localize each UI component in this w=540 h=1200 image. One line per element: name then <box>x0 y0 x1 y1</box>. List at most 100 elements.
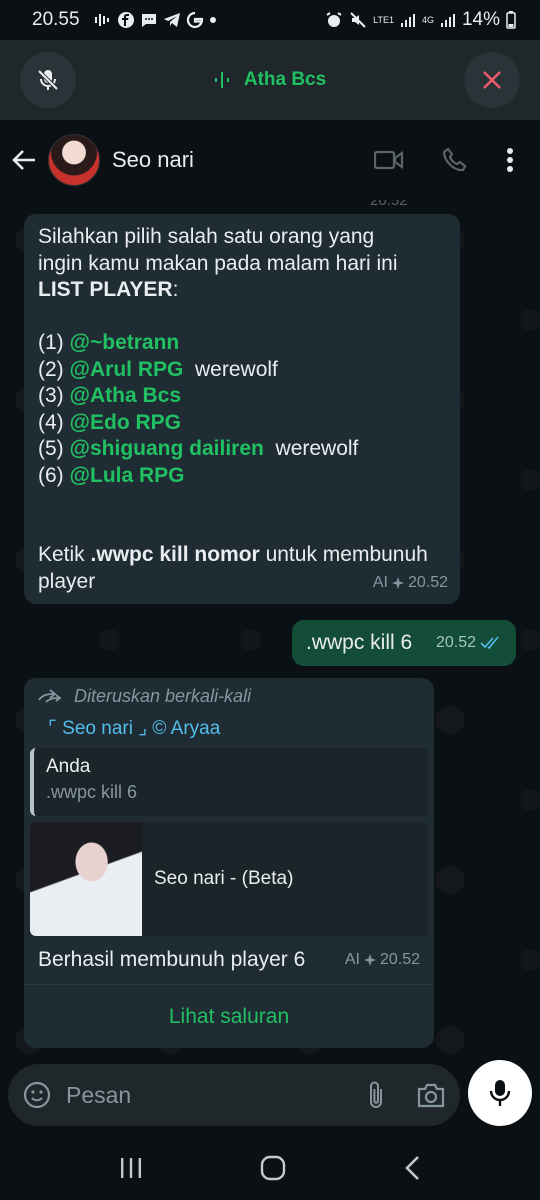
chat-area[interactable]: 20.52 Silahkan pilih salah satu orang ya… <box>0 200 540 1060</box>
message-time: 20.52 <box>379 951 420 968</box>
view-channel-button[interactable]: Lihat saluran <box>24 985 434 1029</box>
microphone-icon <box>489 1080 511 1106</box>
signal-icon-2 <box>440 14 455 27</box>
player-number: (6) <box>38 463 64 487</box>
player-role: werewolf <box>275 437 359 460</box>
forwarded-message[interactable]: Diteruskan berkali-kali ⌜ Seo nari ⌟ © A… <box>24 678 434 1048</box>
player-mention[interactable]: @Lula RPG <box>70 464 185 487</box>
sticker-icon[interactable] <box>22 1080 52 1110</box>
quote-text: .wwpc kill 6 <box>46 782 138 802</box>
sparkle-icon <box>391 576 404 589</box>
list-title-line: LIST PLAYER: <box>38 278 179 301</box>
instruction-line: Ketik .wwpc kill nomor untuk membunuh <box>38 542 446 569</box>
link-preview[interactable]: Seo nari - (Beta) <box>30 822 428 936</box>
preview-title: Seo nari - (Beta) <box>154 868 294 889</box>
player-row: (1) @~betrann <box>38 330 446 357</box>
player-number: (1) <box>38 331 64 354</box>
instruction-text: Ketik <box>38 543 91 566</box>
player-mention[interactable]: @shiguang dailiren <box>70 437 264 460</box>
avatar[interactable] <box>48 134 100 186</box>
player-number: (4) <box>38 410 64 434</box>
player-row: (3) @Atha Bcs <box>38 383 446 410</box>
message-text-line: ingin kamu makan pada malam hari ini <box>38 251 398 275</box>
previous-message-time: 20.52 <box>370 200 408 209</box>
message-text-line: Silahkan pilih salah satu orang yang <box>38 225 375 248</box>
dot-icon <box>209 17 216 23</box>
network-type: 4G <box>421 14 434 25</box>
back-arrow-icon[interactable] <box>10 146 38 174</box>
player-number: (3) <box>38 384 64 407</box>
ai-label: AI <box>372 573 388 591</box>
instruction-text: untuk membunuh <box>259 543 428 566</box>
close-icon <box>483 71 501 89</box>
composer <box>0 1060 540 1136</box>
back-icon[interactable] <box>403 1155 421 1181</box>
message-time: 20.52 <box>407 573 448 591</box>
player-row: (5) @shiguang dailiren werewolf <box>38 436 446 463</box>
player-mention[interactable]: @Edo RPG <box>70 411 181 434</box>
forwarded-text: Diteruskan berkali-kali <box>74 686 252 706</box>
outgoing-text: .wwpc kill 6 <box>306 631 413 654</box>
ai-label: AI <box>344 951 360 968</box>
message-icon <box>141 14 156 27</box>
message-input-box[interactable] <box>8 1064 460 1126</box>
more-options-icon[interactable] <box>506 147 514 173</box>
call-participant-name: Atha Bcs <box>243 69 327 90</box>
list-title: LIST PLAYER <box>38 278 173 301</box>
quote-author: Anda <box>46 756 91 777</box>
facebook-icon <box>117 12 134 28</box>
alarm-icon <box>326 12 342 27</box>
message-meta: 20.52 <box>436 634 502 652</box>
google-icon <box>186 11 203 29</box>
home-icon[interactable] <box>260 1155 286 1181</box>
sparkle-icon <box>363 954 376 966</box>
end-call-button[interactable] <box>463 52 520 108</box>
channel-name[interactable]: ⌜ Seo nari ⌟ © Aryaa <box>24 707 434 740</box>
message-meta: AI 20.52 <box>373 570 448 597</box>
message-text: Berhasil membunuh player 6 <box>38 948 306 971</box>
battery-percent: 14% <box>461 9 500 30</box>
battery-icon <box>506 11 516 29</box>
phone-icon[interactable] <box>442 147 468 173</box>
mute-icon <box>350 12 366 28</box>
player-row: (4) @Edo RPG <box>38 410 446 437</box>
preview-thumbnail <box>30 822 142 936</box>
video-call-icon[interactable] <box>374 149 404 171</box>
player-number: (5) <box>38 437 64 460</box>
attach-icon[interactable] <box>366 1080 386 1110</box>
camera-icon[interactable] <box>416 1082 446 1108</box>
chat-name[interactable]: Seo nari <box>112 147 194 173</box>
ongoing-call-bar[interactable]: Atha Bcs <box>0 40 540 120</box>
quoted-message[interactable]: Anda .wwpc kill 6 <box>30 748 428 816</box>
call-title[interactable]: Atha Bcs <box>214 69 326 91</box>
mic-off-icon <box>37 69 59 91</box>
message-time: 20.52 <box>435 634 476 651</box>
system-nav-bar <box>0 1136 540 1200</box>
message-meta: AI 20.52 <box>345 951 420 969</box>
player-row: (2) @Arul RPG werewolf <box>38 357 446 384</box>
voice-message-button[interactable] <box>468 1060 532 1126</box>
volte-label: LTE1 <box>373 14 394 25</box>
signal-icon <box>400 14 415 27</box>
message-body: Berhasil membunuh player 6 AI 20.52 <box>24 936 434 972</box>
command-text: .wwpc kill nomor <box>90 543 260 566</box>
recent-apps-icon[interactable] <box>119 1157 143 1179</box>
mute-mic-button[interactable] <box>20 52 76 108</box>
forwarded-label: Diteruskan berkali-kali <box>24 678 434 707</box>
player-mention[interactable]: @Arul RPG <box>70 358 184 381</box>
player-number: (2) <box>38 357 64 381</box>
incoming-message[interactable]: Silahkan pilih salah satu orang yang ing… <box>24 214 460 604</box>
telegram-icon <box>163 13 180 27</box>
player-mention[interactable]: @~betrann <box>70 331 180 354</box>
outgoing-message[interactable]: .wwpc kill 6 20.52 <box>292 620 516 666</box>
status-time: 20.55 <box>32 9 80 30</box>
forward-icon <box>38 688 62 703</box>
player-role: werewolf <box>195 357 278 381</box>
player-mention[interactable]: @Atha Bcs <box>70 384 182 407</box>
sound-wave-icon <box>94 14 109 26</box>
player-row: (6) @Lula RPG <box>38 463 446 490</box>
message-input[interactable] <box>66 1081 316 1109</box>
status-bar: 20.55 LTE1 4G 14% <box>0 0 540 40</box>
